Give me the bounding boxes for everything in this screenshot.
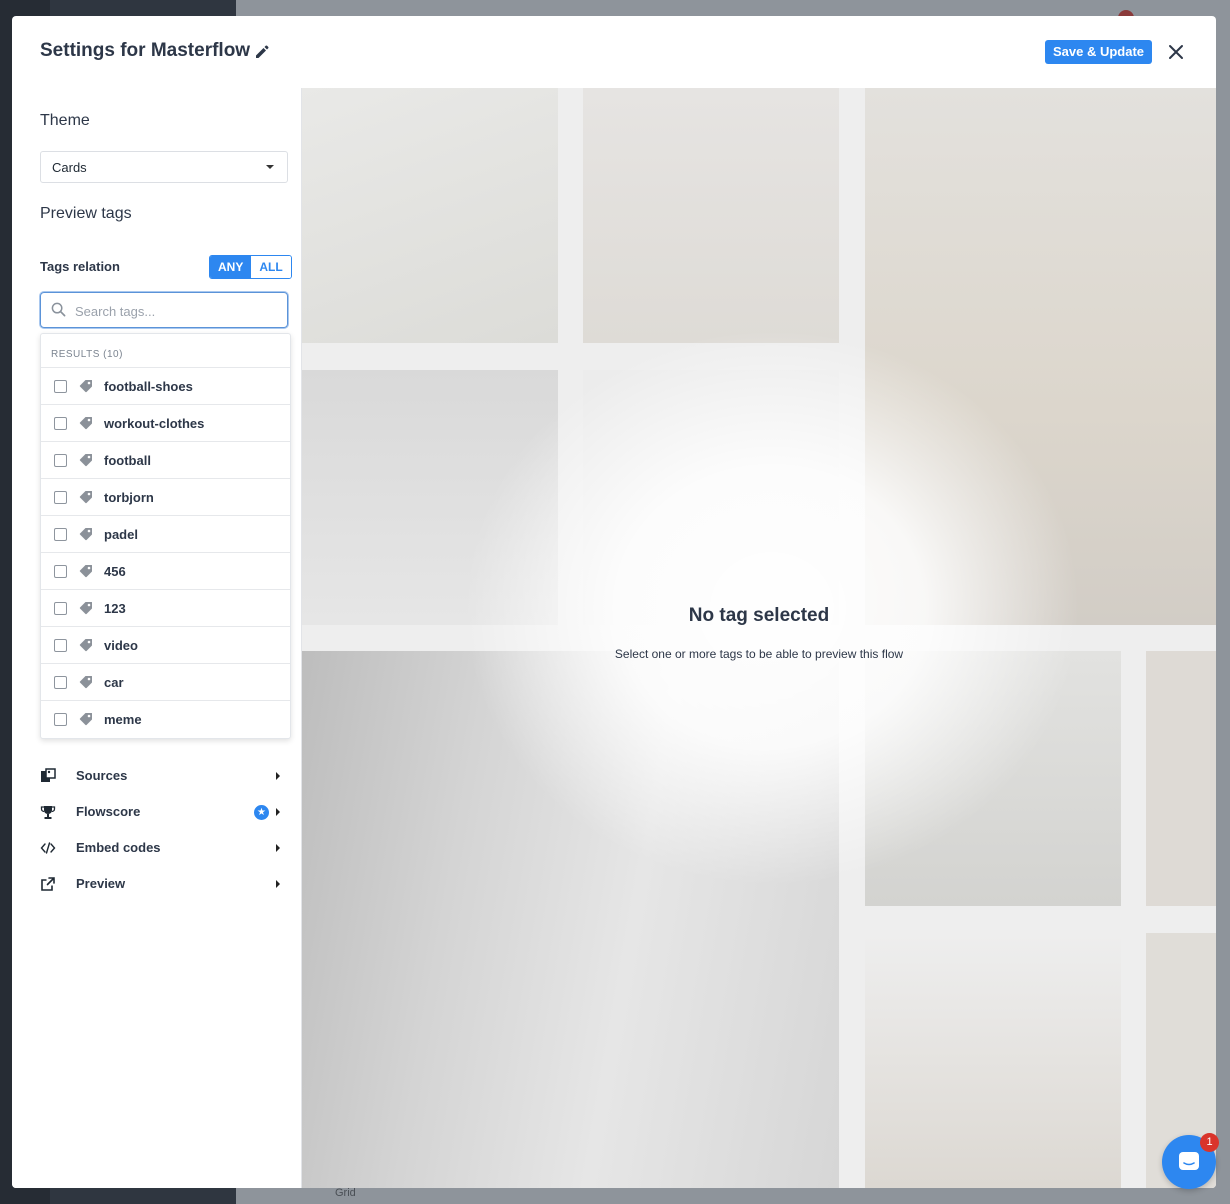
code-icon bbox=[40, 842, 56, 854]
background-grid-label: Grid bbox=[335, 1187, 356, 1199]
tag-icon bbox=[79, 417, 92, 430]
modal-header: Settings for Masterflow Save & Update bbox=[12, 16, 1216, 88]
tag-icon bbox=[79, 713, 92, 726]
theme-heading: Theme bbox=[40, 112, 90, 129]
caret-right-icon bbox=[276, 880, 280, 888]
tag-result-row[interactable]: torbjorn bbox=[41, 478, 290, 516]
caret-right-icon bbox=[276, 772, 280, 780]
tag-icon bbox=[79, 380, 92, 393]
external-link-icon bbox=[41, 877, 55, 891]
tag-icon bbox=[79, 639, 92, 652]
search-icon bbox=[51, 302, 66, 317]
chat-unread-badge: 1 bbox=[1200, 1133, 1219, 1152]
menu-item-label: Embed codes bbox=[76, 840, 161, 855]
tag-label: 123 bbox=[104, 601, 126, 616]
caret-right-icon bbox=[276, 844, 280, 852]
tag-result-row[interactable]: padel bbox=[41, 515, 290, 553]
tag-icon bbox=[79, 565, 92, 578]
save-update-button[interactable]: Save & Update bbox=[1045, 40, 1153, 64]
tag-checkbox[interactable] bbox=[54, 417, 67, 430]
tag-label: video bbox=[104, 638, 138, 653]
tag-icon bbox=[79, 676, 92, 689]
chat-icon bbox=[1179, 1152, 1199, 1170]
tag-results-dropdown: RESULTS (10) football-shoes workout-cloth… bbox=[40, 333, 291, 739]
empty-state-title: No tag selected bbox=[688, 605, 830, 626]
tag-checkbox[interactable] bbox=[54, 491, 67, 504]
tag-label: car bbox=[104, 675, 124, 690]
tag-result-row[interactable]: football bbox=[41, 441, 290, 479]
flow-preview-area: No tag selected Select one or more tags … bbox=[302, 88, 1216, 1188]
tag-label: football bbox=[104, 453, 151, 468]
tag-label: football-shoes bbox=[104, 379, 193, 394]
results-header: RESULTS (10) bbox=[51, 349, 123, 360]
menu-item-embed-codes[interactable]: Embed codes bbox=[40, 836, 284, 860]
menu-item-sources[interactable]: Sources bbox=[40, 764, 284, 788]
tag-checkbox[interactable] bbox=[54, 528, 67, 541]
tag-result-row[interactable]: 123 bbox=[41, 589, 290, 627]
caret-right-icon bbox=[276, 808, 280, 816]
tag-result-row[interactable]: 456 bbox=[41, 552, 290, 590]
theme-select[interactable]: Cards bbox=[40, 151, 288, 183]
tag-icon bbox=[79, 528, 92, 541]
theme-select-value: Cards bbox=[52, 160, 87, 175]
tag-result-row[interactable]: football-shoes bbox=[41, 367, 290, 405]
pencil-icon[interactable] bbox=[254, 44, 270, 60]
tags-relation-any[interactable]: ANY bbox=[210, 256, 252, 278]
tag-checkbox[interactable] bbox=[54, 380, 67, 393]
tag-label: torbjorn bbox=[104, 490, 154, 505]
menu-item-flowscore[interactable]: Flowscore ★ bbox=[40, 800, 284, 824]
tag-result-row[interactable]: workout-clothes bbox=[41, 404, 290, 442]
tag-result-row[interactable]: video bbox=[41, 626, 290, 664]
empty-state-subtitle: Select one or more tags to be able to pr… bbox=[614, 647, 904, 661]
tags-relation-toggle: ANY ALL bbox=[209, 255, 292, 279]
sources-icon bbox=[41, 768, 56, 782]
menu-item-label: Flowscore bbox=[76, 804, 141, 819]
tag-icon bbox=[79, 454, 92, 467]
tag-label: 456 bbox=[104, 564, 126, 579]
settings-left-panel: Theme Cards Preview tags Tags relation A… bbox=[12, 88, 301, 1188]
tag-checkbox[interactable] bbox=[54, 565, 67, 578]
tag-result-row[interactable]: meme bbox=[41, 700, 290, 738]
tag-search-input[interactable] bbox=[73, 299, 277, 323]
tag-checkbox[interactable] bbox=[54, 713, 67, 726]
preview-photo bbox=[302, 88, 558, 343]
tag-result-row[interactable]: car bbox=[41, 663, 290, 701]
tag-label: meme bbox=[104, 712, 142, 727]
tag-checkbox[interactable] bbox=[54, 639, 67, 652]
tags-relation-all[interactable]: ALL bbox=[251, 256, 291, 278]
caret-down-icon bbox=[266, 165, 274, 169]
close-icon[interactable] bbox=[1167, 43, 1185, 61]
preview-photo bbox=[583, 88, 839, 343]
tag-label: padel bbox=[104, 527, 138, 542]
tag-icon bbox=[79, 491, 92, 504]
tag-icon bbox=[79, 602, 92, 615]
tags-relation-label: Tags relation bbox=[40, 259, 120, 274]
trophy-icon bbox=[40, 806, 56, 819]
menu-item-preview[interactable]: Preview bbox=[40, 872, 284, 896]
tag-label: workout-clothes bbox=[104, 416, 205, 431]
menu-item-label: Sources bbox=[76, 768, 128, 783]
preview-photo bbox=[1146, 651, 1216, 906]
tag-checkbox[interactable] bbox=[54, 676, 67, 689]
settings-modal: Settings for Masterflow Save & Update Th… bbox=[12, 16, 1216, 1188]
tag-checkbox[interactable] bbox=[54, 602, 67, 615]
menu-item-label: Preview bbox=[76, 876, 126, 891]
modal-title: Settings for Masterflow bbox=[40, 40, 251, 61]
tag-checkbox[interactable] bbox=[54, 454, 67, 467]
tag-search-box bbox=[40, 292, 288, 328]
preview-photo bbox=[865, 933, 1121, 1188]
star-badge-icon: ★ bbox=[254, 805, 269, 820]
preview-tags-heading: Preview tags bbox=[40, 205, 132, 222]
